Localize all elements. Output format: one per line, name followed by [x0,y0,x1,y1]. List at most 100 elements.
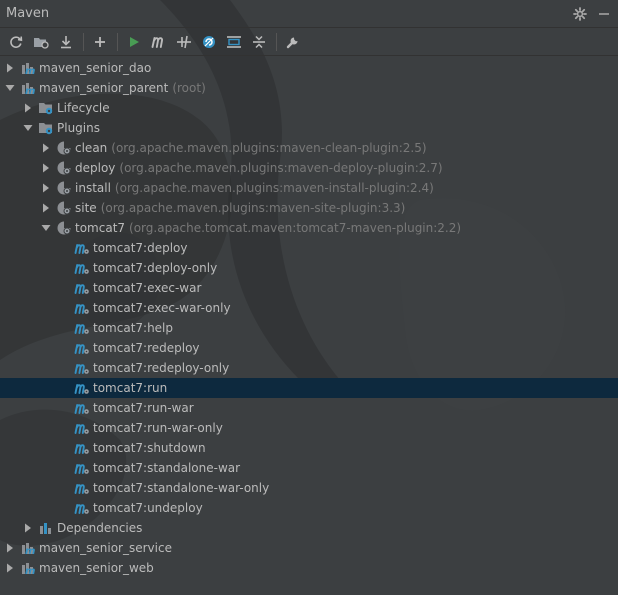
maven-goal-icon [74,360,90,376]
tree-node[interactable]: install (org.apache.maven.plugins:maven-i… [0,178,618,198]
goal-row[interactable]: tomcat7:run-war-only [0,418,618,438]
tree-node[interactable]: m maven_senior_web [0,558,618,578]
maven-goal-icon [74,240,90,256]
maven-goal-icon [74,420,90,436]
tree-node[interactable]: tomcat7 (org.apache.tomcat.maven:tomcat7-… [0,218,618,238]
maven-project-icon: m [20,540,36,556]
maven-toolbar [0,28,618,56]
svg-text:m: m [25,86,35,96]
show-dependencies-icon[interactable] [222,30,246,54]
node-coordinates: (org.apache.maven.plugins:maven-deploy-p… [119,161,443,175]
panel-title: Maven [6,6,50,21]
tree-node[interactable]: Dependencies [0,518,618,538]
tree-node[interactable]: m maven_senior_dao [0,58,618,78]
node-coordinates: (org.apache.maven.plugins:maven-site-plu… [100,201,406,215]
node-label: tomcat7:redeploy-only [93,361,230,375]
goal-row[interactable]: tomcat7:standalone-war-only [0,478,618,498]
plugin-icon [56,140,72,156]
goal-row[interactable]: tomcat7:undeploy [0,498,618,518]
add-project-icon[interactable] [88,30,112,54]
generate-sources-icon[interactable] [29,30,53,54]
goal-row[interactable]: tomcat7:deploy [0,238,618,258]
minimize-icon[interactable] [596,6,612,22]
execute-goal-icon[interactable] [147,30,171,54]
tree-node[interactable]: site (org.apache.maven.plugins:maven-site… [0,198,618,218]
node-label: maven_senior_parent [39,81,169,95]
settings-wrench-icon[interactable] [281,30,305,54]
tree-node[interactable]: deploy (org.apache.maven.plugins:maven-de… [0,158,618,178]
plugin-icon [56,160,72,176]
goal-row[interactable]: tomcat7:redeploy-only [0,358,618,378]
node-label: deploy [75,161,116,175]
toolbar-separator [276,32,277,51]
node-label: clean [75,141,108,155]
maven-goal-icon [74,480,90,496]
node-label: tomcat7 [75,221,126,235]
node-label: tomcat7:run-war-only [93,421,223,435]
collapse-right-arrow-icon[interactable] [40,182,52,194]
node-label: maven_senior_dao [39,61,152,75]
maven-goal-icon [74,300,90,316]
tree-node[interactable]: clean (org.apache.maven.plugins:maven-cle… [0,138,618,158]
goal-row[interactable]: tomcat7:standalone-war [0,458,618,478]
collapse-right-arrow-icon[interactable] [4,542,16,554]
maven-goal-icon [74,280,90,296]
gear-icon[interactable] [572,6,588,22]
node-coordinates: (org.apache.maven.plugins:maven-install-… [114,181,434,195]
expand-down-arrow-icon[interactable] [4,82,16,94]
tree-node[interactable]: m maven_senior_parent (root) [0,78,618,98]
maven-goal-icon [74,320,90,336]
collapse-right-arrow-icon[interactable] [40,142,52,154]
tree-node[interactable]: Lifecycle [0,98,618,118]
node-label: Dependencies [57,521,143,535]
skip-tests-icon[interactable] [197,30,221,54]
svg-text:m: m [25,546,35,556]
goal-row[interactable]: tomcat7:shutdown [0,438,618,458]
maven-project-icon: m [20,80,36,96]
node-label: tomcat7:exec-war [93,281,202,295]
node-label: tomcat7:run-war [93,401,194,415]
dependencies-icon [38,520,54,536]
goal-row[interactable]: tomcat7:run [0,378,618,398]
goal-row[interactable]: tomcat7:help [0,318,618,338]
collapse-right-arrow-icon[interactable] [22,102,34,114]
node-label: maven_senior_service [39,541,172,555]
node-label: install [75,181,111,195]
node-label: Plugins [57,121,100,135]
maven-goal-icon [74,460,90,476]
download-sources-icon[interactable] [54,30,78,54]
goal-row[interactable]: tomcat7:exec-war-only [0,298,618,318]
goal-row[interactable]: tomcat7:run-war [0,398,618,418]
toggle-offline-icon[interactable] [172,30,196,54]
collapse-right-arrow-icon[interactable] [22,522,34,534]
node-label: maven_senior_web [39,561,154,575]
collapse-right-arrow-icon[interactable] [4,562,16,574]
collapse-right-arrow-icon[interactable] [40,162,52,174]
expand-down-arrow-icon[interactable] [40,222,52,234]
node-label: tomcat7:help [93,321,174,335]
node-label: tomcat7:undeploy [93,501,203,515]
folder-gear-icon [38,100,54,116]
node-label: tomcat7:deploy-only [93,261,218,275]
node-coordinates: (org.apache.maven.plugins:maven-clean-pl… [111,141,427,155]
node-label: tomcat7:run [93,381,168,395]
tree-node[interactable]: m maven_senior_service [0,538,618,558]
collapse-right-arrow-icon[interactable] [40,202,52,214]
collapse-all-icon[interactable] [247,30,271,54]
tree-node[interactable]: Plugins [0,118,618,138]
maven-goal-icon [74,260,90,276]
goal-row[interactable]: tomcat7:deploy-only [0,258,618,278]
maven-project-icon: m [20,60,36,76]
collapse-right-arrow-icon[interactable] [4,62,16,74]
node-label: Lifecycle [57,101,110,115]
goal-row[interactable]: tomcat7:exec-war [0,278,618,298]
goal-row[interactable]: tomcat7:redeploy [0,338,618,358]
folder-gear-icon [38,120,54,136]
node-label: tomcat7:standalone-war [93,461,241,475]
reimport-icon[interactable] [4,30,28,54]
node-label: tomcat7:shutdown [93,441,206,455]
expand-down-arrow-icon[interactable] [22,122,34,134]
run-icon[interactable] [122,30,146,54]
maven-goal-icon [74,380,90,396]
panel-header: Maven [0,0,618,28]
